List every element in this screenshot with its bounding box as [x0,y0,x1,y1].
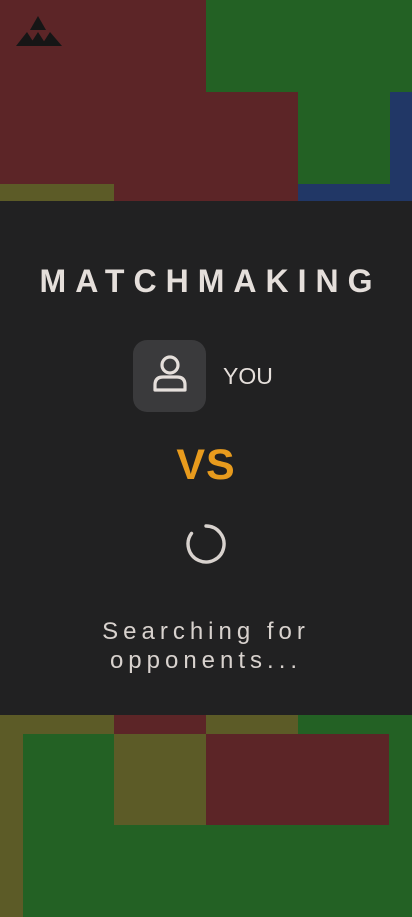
board-cell-olive [206,715,298,734]
loading-spinner-icon [185,523,227,565]
player-name: YOU [223,362,273,389]
player-card: YOU [133,340,273,412]
board-cell-olive [0,715,114,734]
board-cell-olive [0,734,23,917]
board-cell-green [298,92,390,184]
player-avatar [133,340,206,412]
board-cell-red [114,715,206,734]
board-cell-red [206,92,298,201]
versus-label: VS [176,441,236,489]
board-cell-navy [390,92,412,201]
matchmaking-screen: MATCHMAKING YOU VS Searching for opponen… [0,0,412,917]
board-cell-olive [114,734,206,825]
board-cell-red [206,734,389,825]
user-icon [147,351,193,402]
triangle-logo-icon[interactable] [14,14,64,48]
board-cell-navy [298,184,390,201]
board-cell-green [206,0,412,92]
matchmaking-panel: MATCHMAKING YOU VS Searching for opponen… [0,201,412,715]
board-cell-olive [0,184,114,201]
search-status: Searching for opponents... [0,617,412,675]
matchmaking-title: MATCHMAKING [39,263,382,299]
search-status-text: Searching for opponents... [102,618,310,674]
